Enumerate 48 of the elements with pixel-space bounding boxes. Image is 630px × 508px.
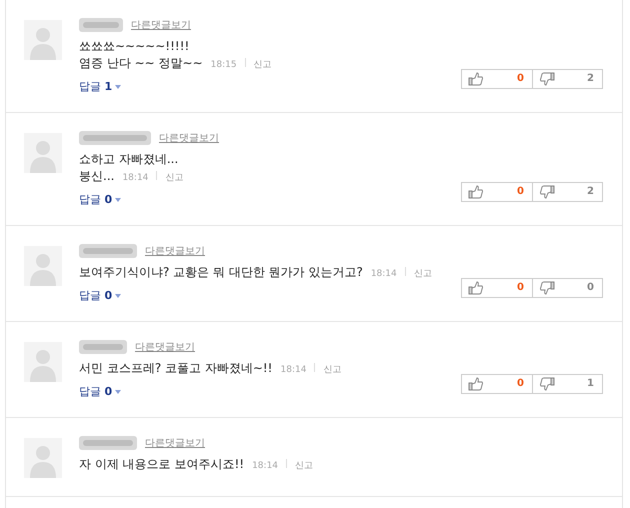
reply-toggle[interactable]: 답글 0	[79, 384, 122, 399]
avatar-icon	[24, 342, 62, 382]
comment-text: 붕신...	[79, 168, 114, 185]
report-link[interactable]: 신고	[165, 170, 184, 187]
thumbs-down-icon	[539, 376, 555, 390]
comment-text: 염증 난다 ~~ 정말~~	[79, 55, 203, 72]
thumbs-up-icon	[468, 72, 484, 86]
other-comments-link[interactable]: 다른댓글보기	[135, 340, 195, 354]
caret-icon	[115, 390, 122, 394]
blurred-username	[79, 436, 137, 450]
report-link[interactable]: 신고	[323, 362, 342, 379]
blurred-username	[79, 340, 127, 354]
thumbs-down-icon	[539, 72, 555, 86]
other-comments-link[interactable]: 다른댓글보기	[145, 244, 205, 258]
avatar-icon	[24, 438, 62, 478]
comment-time: 18:14	[280, 364, 306, 377]
avatar-icon	[24, 133, 62, 173]
caret-icon	[115, 294, 122, 298]
thumbs-up-icon	[468, 376, 484, 390]
comment-text: 보여주기식이냐? 교황은 뭐 대단한 뭔가가 있는거고?	[79, 264, 363, 281]
blurred-username	[79, 18, 123, 32]
blurred-username	[79, 244, 137, 258]
reply-toggle[interactable]: 답글 0	[79, 192, 122, 207]
report-link[interactable]: 신고	[295, 458, 314, 475]
comment-text: 자 이제 내용으로 보여주시죠!!	[79, 456, 244, 473]
thumbs-down-icon	[539, 184, 555, 198]
blurred-username	[79, 131, 151, 145]
comment-time: 18:14	[252, 460, 278, 473]
comment-time: 18:15	[210, 59, 237, 72]
thumbs-up-icon	[468, 184, 484, 198]
avatar-icon	[24, 20, 62, 60]
comment-time: 18:14	[370, 268, 397, 281]
caret-icon	[115, 84, 122, 88]
comment-text: 쇼하고 자빠졌네...	[79, 151, 178, 168]
comment-text: 쑈쑈쑈~~~~~!!!!!	[79, 38, 190, 55]
caret-icon	[115, 198, 122, 202]
thumbs-up-icon	[468, 280, 484, 294]
other-comments-link[interactable]: 다른댓글보기	[159, 131, 219, 145]
comment-text: 서민 코스프레? 코풀고 자빠졌네~!!	[79, 360, 272, 377]
thumbs-down-icon	[539, 280, 555, 294]
avatar-icon	[24, 246, 62, 286]
report-link[interactable]: 신고	[254, 57, 272, 74]
other-comments-link[interactable]: 다른댓글보기	[131, 18, 191, 32]
report-link[interactable]: 신고	[414, 266, 432, 283]
reply-toggle[interactable]: 답글 0	[79, 288, 122, 303]
comment-time: 18:14	[122, 172, 148, 185]
reply-toggle[interactable]: 답글 1	[79, 79, 122, 94]
other-comments-link[interactable]: 다른댓글보기	[145, 436, 205, 450]
